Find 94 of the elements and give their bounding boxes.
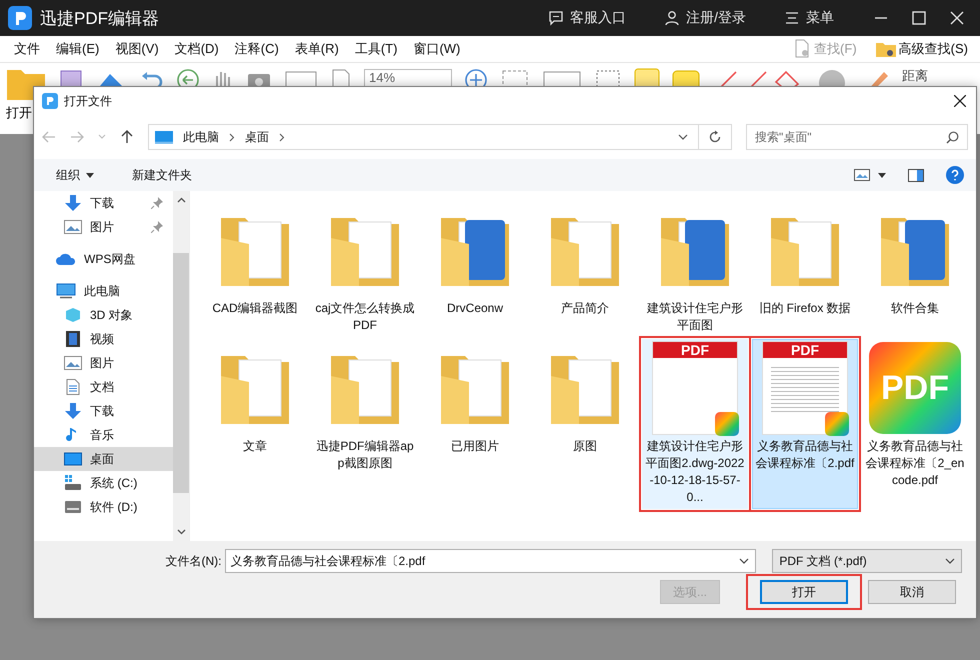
- file-type-dropdown[interactable]: PDF 文档 (*.pdf): [772, 549, 962, 573]
- cube-icon: [64, 307, 82, 323]
- nav-item[interactable]: 视频: [34, 327, 173, 351]
- find-button[interactable]: 高级查找(S): [868, 38, 974, 60]
- distance-label[interactable]: 距离: [902, 67, 928, 85]
- chevron-up-icon[interactable]: [176, 197, 186, 203]
- file-item[interactable]: caj文件怎么转换成PDF: [312, 201, 418, 337]
- up-arrow-icon[interactable]: [120, 130, 134, 144]
- menu-item[interactable]: 表单(R): [286, 40, 347, 58]
- scrollbar[interactable]: [173, 191, 189, 541]
- file-item[interactable]: 已用图片: [422, 339, 528, 509]
- file-item[interactable]: CAD编辑器截图: [202, 201, 308, 337]
- pin-icon[interactable]: [151, 197, 163, 209]
- caret-icon[interactable]: [878, 172, 886, 178]
- app-logo-icon: [8, 6, 32, 30]
- app-logo-icon: [42, 93, 58, 109]
- menu-item[interactable]: 工具(T): [346, 40, 406, 58]
- search-icon: [946, 130, 959, 144]
- menu-item[interactable]: 窗口(W): [405, 40, 468, 58]
- command-button[interactable]: 新建文件夹: [126, 166, 198, 184]
- menu-item[interactable]: 文件: [6, 40, 48, 58]
- menu-item[interactable]: 编辑(E): [48, 40, 108, 58]
- nav-item[interactable]: 下载: [34, 191, 173, 215]
- search-field[interactable]: 搜索"桌面": [746, 124, 968, 150]
- help-icon[interactable]: [946, 166, 964, 184]
- menu-item[interactable]: 注释(C): [226, 40, 287, 58]
- file-item[interactable]: PDF 建筑设计住宅户形平面图2.dwg-2022-10-12-18-15-57-0...: [642, 339, 748, 509]
- download-arrow-icon: [64, 195, 82, 211]
- dialog-button[interactable]: 打开: [760, 580, 848, 604]
- document-icon: [64, 379, 82, 395]
- chevron-down-icon: [739, 558, 750, 564]
- film-icon: [64, 331, 82, 347]
- chevron-right-icon: [229, 132, 235, 142]
- view-picture-icon[interactable]: [854, 169, 870, 181]
- breadcrumb-item[interactable]: 此电脑: [183, 128, 219, 146]
- nav-item[interactable]: 此电脑: [34, 279, 173, 303]
- nav-item[interactable]: 文档: [34, 375, 173, 399]
- menu-item[interactable]: 文档(D): [166, 40, 227, 58]
- user-icon: [664, 10, 680, 26]
- app-title: 迅捷PDF编辑器: [40, 8, 159, 30]
- header-action[interactable]: 菜单: [778, 8, 840, 28]
- pdf-app-icon: PDF: [869, 342, 961, 434]
- menu-item[interactable]: 视图(V): [107, 40, 167, 58]
- picture-icon: [64, 219, 82, 235]
- close-icon[interactable]: [954, 95, 966, 107]
- chevron-down-icon[interactable]: [678, 133, 688, 141]
- nav-item[interactable]: 图片: [34, 215, 173, 239]
- drive-icon: [64, 499, 82, 515]
- chevron-down-icon[interactable]: [176, 529, 186, 535]
- file-item[interactable]: 软件合集: [862, 201, 968, 337]
- header-action[interactable]: 客服入口: [542, 8, 632, 28]
- file-item[interactable]: PDF 义务教育品德与社会课程标准〔2.pdf: [752, 339, 858, 509]
- filename-field[interactable]: 义务教育品德与社会课程标准〔2.pdf: [225, 549, 756, 573]
- nav-item[interactable]: 系统 (C:): [34, 471, 173, 495]
- file-item[interactable]: PDF 义务教育品德与社会课程标准〔2_encode.pdf: [862, 339, 968, 509]
- monitor-icon: [56, 283, 76, 299]
- chevron-right-icon: [279, 132, 285, 142]
- chevron-down-icon: [945, 558, 956, 564]
- nav-item[interactable]: 3D 对象: [34, 303, 173, 327]
- nav-item[interactable]: 图片: [34, 351, 173, 375]
- menu-icon: [784, 10, 800, 26]
- nav-item[interactable]: WPS网盘: [34, 247, 173, 271]
- pin-icon[interactable]: [151, 221, 163, 233]
- file-item[interactable]: DrvCeonw: [422, 201, 528, 337]
- nav-item[interactable]: 桌面: [34, 447, 173, 471]
- file-item[interactable]: 建筑设计住宅户形平面图: [642, 201, 748, 337]
- breadcrumb-item[interactable]: 桌面: [245, 128, 269, 146]
- speech-bubble-icon: [548, 10, 564, 26]
- file-item[interactable]: 文章: [202, 339, 308, 509]
- desktop-icon: [64, 451, 82, 467]
- nav-item[interactable]: 音乐: [34, 423, 173, 447]
- picture-icon: [64, 355, 82, 371]
- dialog-title: 打开文件: [64, 92, 112, 110]
- drive-icon: [64, 475, 82, 491]
- nav-item[interactable]: 软件 (D:): [34, 495, 173, 519]
- header-action[interactable]: 注册/登录: [658, 8, 752, 28]
- preview-pane-icon[interactable]: [908, 168, 924, 182]
- download-arrow-icon: [64, 403, 82, 419]
- pdf-thumbnail: PDF: [762, 341, 848, 435]
- nav-item[interactable]: 下载: [34, 399, 173, 423]
- file-item[interactable]: 旧的 Firefox 数据: [752, 201, 858, 337]
- pdf-thumbnail: PDF: [652, 341, 738, 435]
- dialog-button[interactable]: 取消: [868, 580, 956, 604]
- file-item[interactable]: 迅捷PDF编辑器app截图原图: [312, 339, 418, 509]
- caret-icon: [86, 172, 94, 178]
- address-bar[interactable]: 此电脑 桌面: [148, 124, 732, 150]
- maximize-icon[interactable]: [912, 11, 926, 25]
- filename-label: 文件名(N):: [164, 552, 222, 570]
- file-item[interactable]: 产品简介: [532, 201, 638, 337]
- refresh-icon[interactable]: [708, 130, 722, 144]
- open-label: 打开: [6, 104, 32, 122]
- monitor-icon: [155, 130, 173, 144]
- command-button[interactable]: 组织: [50, 166, 100, 184]
- file-item[interactable]: 原图: [532, 339, 638, 509]
